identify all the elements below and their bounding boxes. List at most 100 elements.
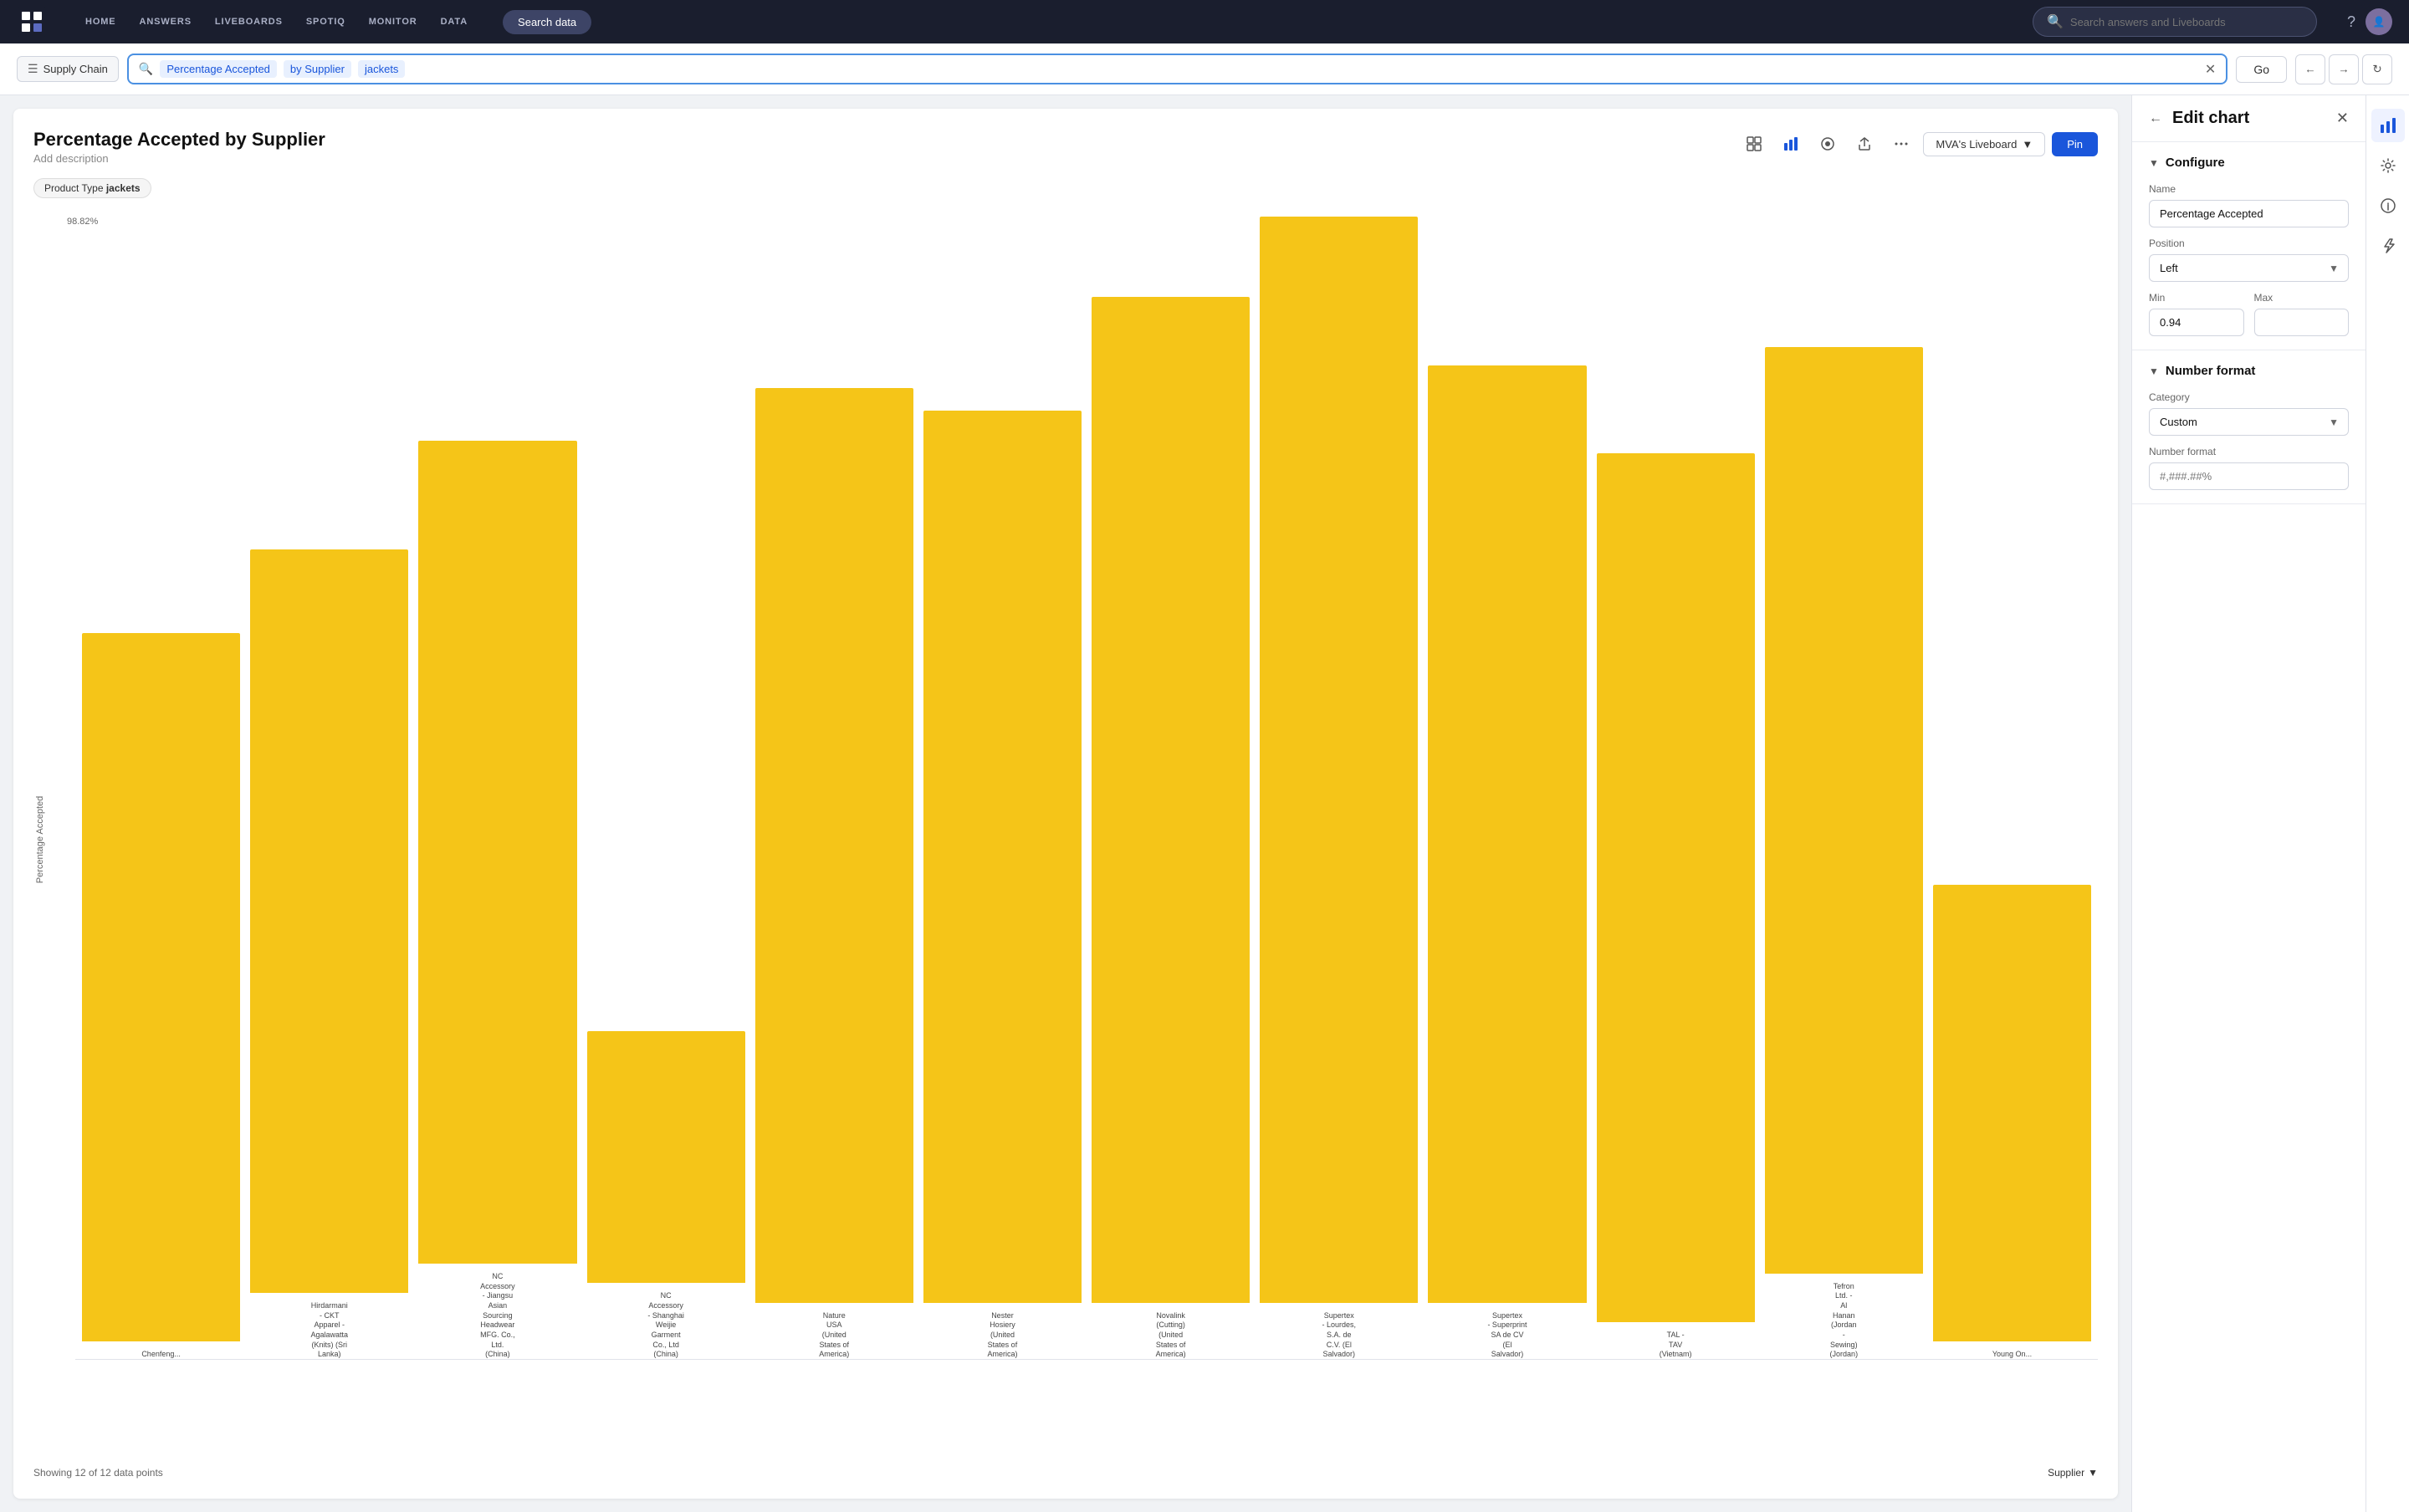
back-icon[interactable]: ← [2149,111,2162,126]
configure-section-header[interactable]: ▼ Configure [2149,156,2349,170]
right-settings-icon[interactable] [2371,149,2405,182]
chart-footer: Showing 12 of 12 data points Supplier ▼ [33,1467,2098,1479]
search-icon: 🔍 [2047,13,2064,30]
configure-chevron-icon: ▼ [2149,157,2159,169]
liveboard-selector[interactable]: MVA's Liveboard ▼ [1923,132,2045,156]
bar-label: TAL - TAV (Vietnam) [1660,1331,1692,1360]
chart-bar[interactable] [1765,347,1923,1273]
refresh-button[interactable]: ↻ [2362,54,2392,84]
right-lightning-icon[interactable] [2371,229,2405,263]
search-bar: ☰ Supply Chain 🔍 Percentage Accepted by … [0,43,2409,95]
min-field-label: Min [2149,292,2244,304]
x-axis-selector[interactable]: Supplier ▼ [2048,1467,2098,1479]
app-logo[interactable] [17,7,47,37]
format-field-label: Number format [2149,446,2349,457]
bar-group: Young On... [1933,217,2091,1360]
bar-label: Young On... [1992,1350,2032,1360]
search-answers-input[interactable] [2070,16,2303,28]
number-format-chevron-icon: ▼ [2149,365,2159,377]
chart-header: Percentage Accepted by Supplier Add desc… [33,129,2098,165]
chart-area: Percentage Accepted by Supplier Add desc… [13,109,2118,1499]
spotlight-icon[interactable] [1813,129,1843,159]
forward-button[interactable]: → [2329,54,2359,84]
product-type-filter[interactable]: Product Type jackets [33,178,151,198]
nav-answers[interactable]: ANSWERS [131,12,200,32]
back-button[interactable]: ← [2295,54,2325,84]
liveboard-label: MVA's Liveboard [1936,138,2017,151]
datasource-label: Supply Chain [43,63,108,75]
chip-jackets[interactable]: jackets [358,60,405,78]
filter-label: Product Type [44,182,104,194]
bar-label: Novalink (Cutting) (United States of Ame… [1156,1311,1186,1360]
nav-data[interactable]: DATA [432,12,476,32]
bars-container: Chenfeng...Hirdarmani - CKT Apparel - Ag… [75,217,2098,1360]
chart-bar[interactable] [1260,217,1418,1303]
chart-bar[interactable] [1933,885,2091,1342]
bar-group: TAL - TAV (Vietnam) [1597,217,1755,1360]
chart-bar[interactable] [1092,297,1250,1303]
bar-group: Nester Hosiery (United States of America… [923,217,1082,1360]
search-answers-bar[interactable]: 🔍 [2033,7,2317,37]
chart-bar[interactable] [250,549,408,1293]
chart-bar[interactable] [587,1031,745,1283]
position-select[interactable]: Left Right [2149,254,2349,282]
chart-bar[interactable] [755,388,913,1303]
search-data-button[interactable]: Search data [503,10,591,34]
bar-label: Nester Hosiery (United States of America… [987,1311,1017,1360]
close-edit-panel-button[interactable]: ✕ [2336,110,2349,127]
name-input[interactable] [2149,200,2349,227]
filter-chips: Product Type jackets [33,178,2098,198]
edit-panel-title: Edit chart [2172,109,2326,128]
nav-home[interactable]: HOME [77,12,125,32]
datasource-selector[interactable]: ☰ Supply Chain [17,56,119,82]
pin-button[interactable]: Pin [2052,132,2098,156]
top-nav: HOME ANSWERS LIVEBOARDS SPOTIQ MONITOR D… [0,0,2409,43]
category-select[interactable]: Custom Number Percentage [2149,408,2349,436]
chart-bar[interactable] [923,411,1082,1302]
number-format-label: Number format [2166,364,2256,378]
chart-bar[interactable] [1597,453,1755,1322]
chip-by-supplier[interactable]: by Supplier [284,60,351,78]
bar-chart-icon[interactable] [1776,129,1806,159]
chart-bar[interactable] [1428,365,1586,1303]
liveboard-dropdown-icon: ▼ [2022,138,2033,151]
clear-search-button[interactable]: ✕ [2205,61,2216,78]
configure-label: Configure [2166,156,2225,170]
nav-liveboards[interactable]: LIVEBOARDS [207,12,291,32]
more-options-icon[interactable] [1886,129,1916,159]
chart-description[interactable]: Add description [33,152,325,165]
min-max-row: Min Max [2149,292,2349,336]
bar-group: Tefron Ltd. - Al Hanan (Jordan - Sewing)… [1765,217,1923,1360]
x-axis-dropdown-icon: ▼ [2088,1467,2098,1479]
bar-group: Novalink (Cutting) (United States of Ame… [1092,217,1250,1360]
max-input[interactable] [2254,309,2350,336]
chip-percentage-accepted[interactable]: Percentage Accepted [160,60,277,78]
min-input[interactable] [2149,309,2244,336]
right-info-icon[interactable] [2371,189,2405,222]
x-axis-label: Supplier [2048,1467,2084,1479]
go-button[interactable]: Go [2236,56,2287,83]
bar-group: NC Accessory - Jiangsu Asian Sourcing He… [418,217,576,1360]
table-view-icon[interactable] [1739,129,1769,159]
bar-label: Supertex - Superprint SA de CV (El Salva… [1487,1311,1527,1360]
nav-monitor[interactable]: MONITOR [361,12,426,32]
max-field-label: Max [2254,292,2350,304]
filter-value: jackets [106,182,141,194]
number-format-input[interactable] [2149,462,2349,490]
category-field-label: Category [2149,391,2349,403]
bar-group: Supertex - Lourdes, S.A. de C.V. (El Sal… [1260,217,1418,1360]
bar-label: NC Accessory - Jiangsu Asian Sourcing He… [480,1272,515,1360]
share-icon[interactable] [1849,129,1880,159]
search-input-area[interactable]: 🔍 Percentage Accepted by Supplier jacket… [127,54,2227,84]
position-field-label: Position [2149,238,2349,249]
chart-bar[interactable] [82,633,240,1342]
nav-spotiq[interactable]: SPOTIQ [298,12,354,32]
chart-title: Percentage Accepted by Supplier [33,129,325,151]
help-icon[interactable]: ? [2347,13,2355,31]
list-icon: ☰ [28,62,38,76]
right-bar-chart-icon[interactable] [2371,109,2405,142]
user-avatar[interactable]: 👤 [2366,8,2392,35]
number-format-section-header[interactable]: ▼ Number format [2149,364,2349,378]
chart-bar[interactable] [418,441,576,1264]
bar-label: Hirdarmani - CKT Apparel - Agalawatta (K… [310,1301,348,1360]
